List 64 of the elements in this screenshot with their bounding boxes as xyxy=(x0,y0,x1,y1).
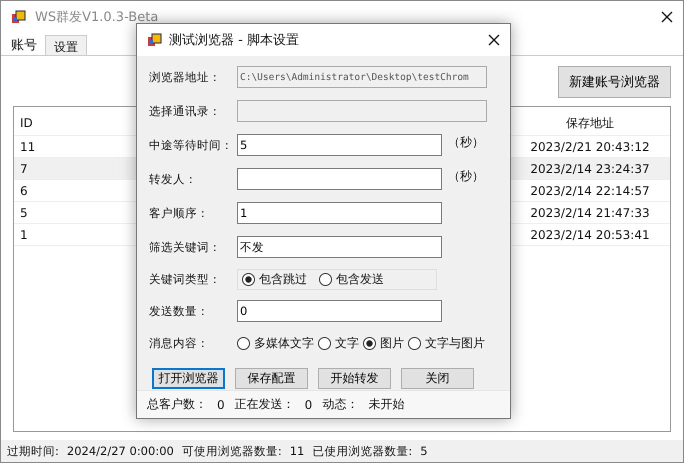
status-label: 过期时间: xyxy=(7,444,59,458)
app-icon xyxy=(147,32,163,48)
status-value: 0 xyxy=(304,398,312,412)
close-icon[interactable] xyxy=(661,11,673,23)
app-icon xyxy=(11,9,27,25)
column-header[interactable]: ID xyxy=(14,116,134,130)
table-cell-text: 6 xyxy=(19,184,29,198)
field-label: 客户顺序： xyxy=(149,206,210,220)
input-field[interactable]: 1 xyxy=(237,202,442,224)
radio-label[interactable]: 图片 xyxy=(380,334,404,352)
radio-button[interactable] xyxy=(408,336,421,350)
radio-button[interactable] xyxy=(242,272,255,286)
close-icon[interactable] xyxy=(488,34,500,46)
field-label: 转发人： xyxy=(149,172,198,186)
dialog-button[interactable]: 打开浏览器 xyxy=(152,368,225,389)
status-value: 2024/2/27 0:00:00 xyxy=(66,444,174,458)
dialog-button[interactable]: 关闭 xyxy=(401,368,474,389)
field-label: 中途等待时间： xyxy=(149,138,234,152)
input-field[interactable]: 0 xyxy=(237,300,442,322)
status-label: 总客户数： xyxy=(147,396,207,413)
table-cell-text: 2023/2/14 21:47:33 xyxy=(529,206,651,220)
radio-button[interactable] xyxy=(363,336,376,350)
table-cell-text: 2023/2/21 20:43:12 xyxy=(529,140,651,154)
table-cell-text: 2023/2/14 22:14:57 xyxy=(529,184,651,198)
table-cell-text: 11 xyxy=(19,140,36,154)
unit-label: （秒） xyxy=(448,168,484,185)
status-value: 0 xyxy=(217,398,225,412)
input-field[interactable]: 5 xyxy=(237,134,442,156)
field-label: 筛选关键词： xyxy=(149,240,222,254)
field-label: 发送数量： xyxy=(149,304,210,318)
status-label: 可使用浏览器数量: xyxy=(182,444,282,458)
field-label: 消息内容： xyxy=(149,336,210,350)
column-header[interactable]: 保存地址 xyxy=(510,114,670,132)
radio-label[interactable]: 文字与图片 xyxy=(425,334,485,352)
status-label: 已使用浏览器数量: xyxy=(312,444,412,458)
window-title: WS群发V1.0.3-Beta xyxy=(35,9,158,26)
status-label: 正在发送： xyxy=(234,396,295,413)
table-cell-text: 2023/2/14 20:53:41 xyxy=(529,228,651,242)
field-label: 浏览器地址： xyxy=(149,70,222,84)
table-cell-text: 2023/2/14 23:24:37 xyxy=(529,162,651,176)
status-value: 未开始 xyxy=(368,396,404,413)
new-browser-button[interactable]: 新建账号浏览器 xyxy=(558,66,671,98)
input-field[interactable] xyxy=(237,168,442,190)
dialog-title: 测试浏览器 - 脚本设置 xyxy=(169,32,299,49)
radio-button[interactable] xyxy=(319,272,332,286)
table-cell-text: 5 xyxy=(19,206,29,220)
radio-label[interactable]: 包含发送 xyxy=(336,270,384,288)
radio-label[interactable]: 文字 xyxy=(335,334,359,352)
dialog-button[interactable]: 保存配置 xyxy=(235,368,308,389)
status-value: 11 xyxy=(290,444,304,458)
table-cell-text: 1 xyxy=(19,228,29,242)
radio-label[interactable]: 包含跳过 xyxy=(259,270,307,288)
status-label: 动态： xyxy=(322,396,358,413)
input-field[interactable]: 不发 xyxy=(237,236,442,258)
radio-button[interactable] xyxy=(318,336,331,350)
radio-button[interactable] xyxy=(237,336,250,350)
tab[interactable]: 设置 xyxy=(45,35,87,55)
radio-label[interactable]: 多媒体文字 xyxy=(254,334,314,352)
unit-label: （秒） xyxy=(448,134,484,151)
field-label: 选择通讯录： xyxy=(149,104,222,118)
status-value: 5 xyxy=(420,444,428,458)
dialog-button[interactable]: 开始转发 xyxy=(318,368,391,389)
table-cell-text: 7 xyxy=(19,162,29,176)
field-label: 关键词类型： xyxy=(149,272,222,286)
